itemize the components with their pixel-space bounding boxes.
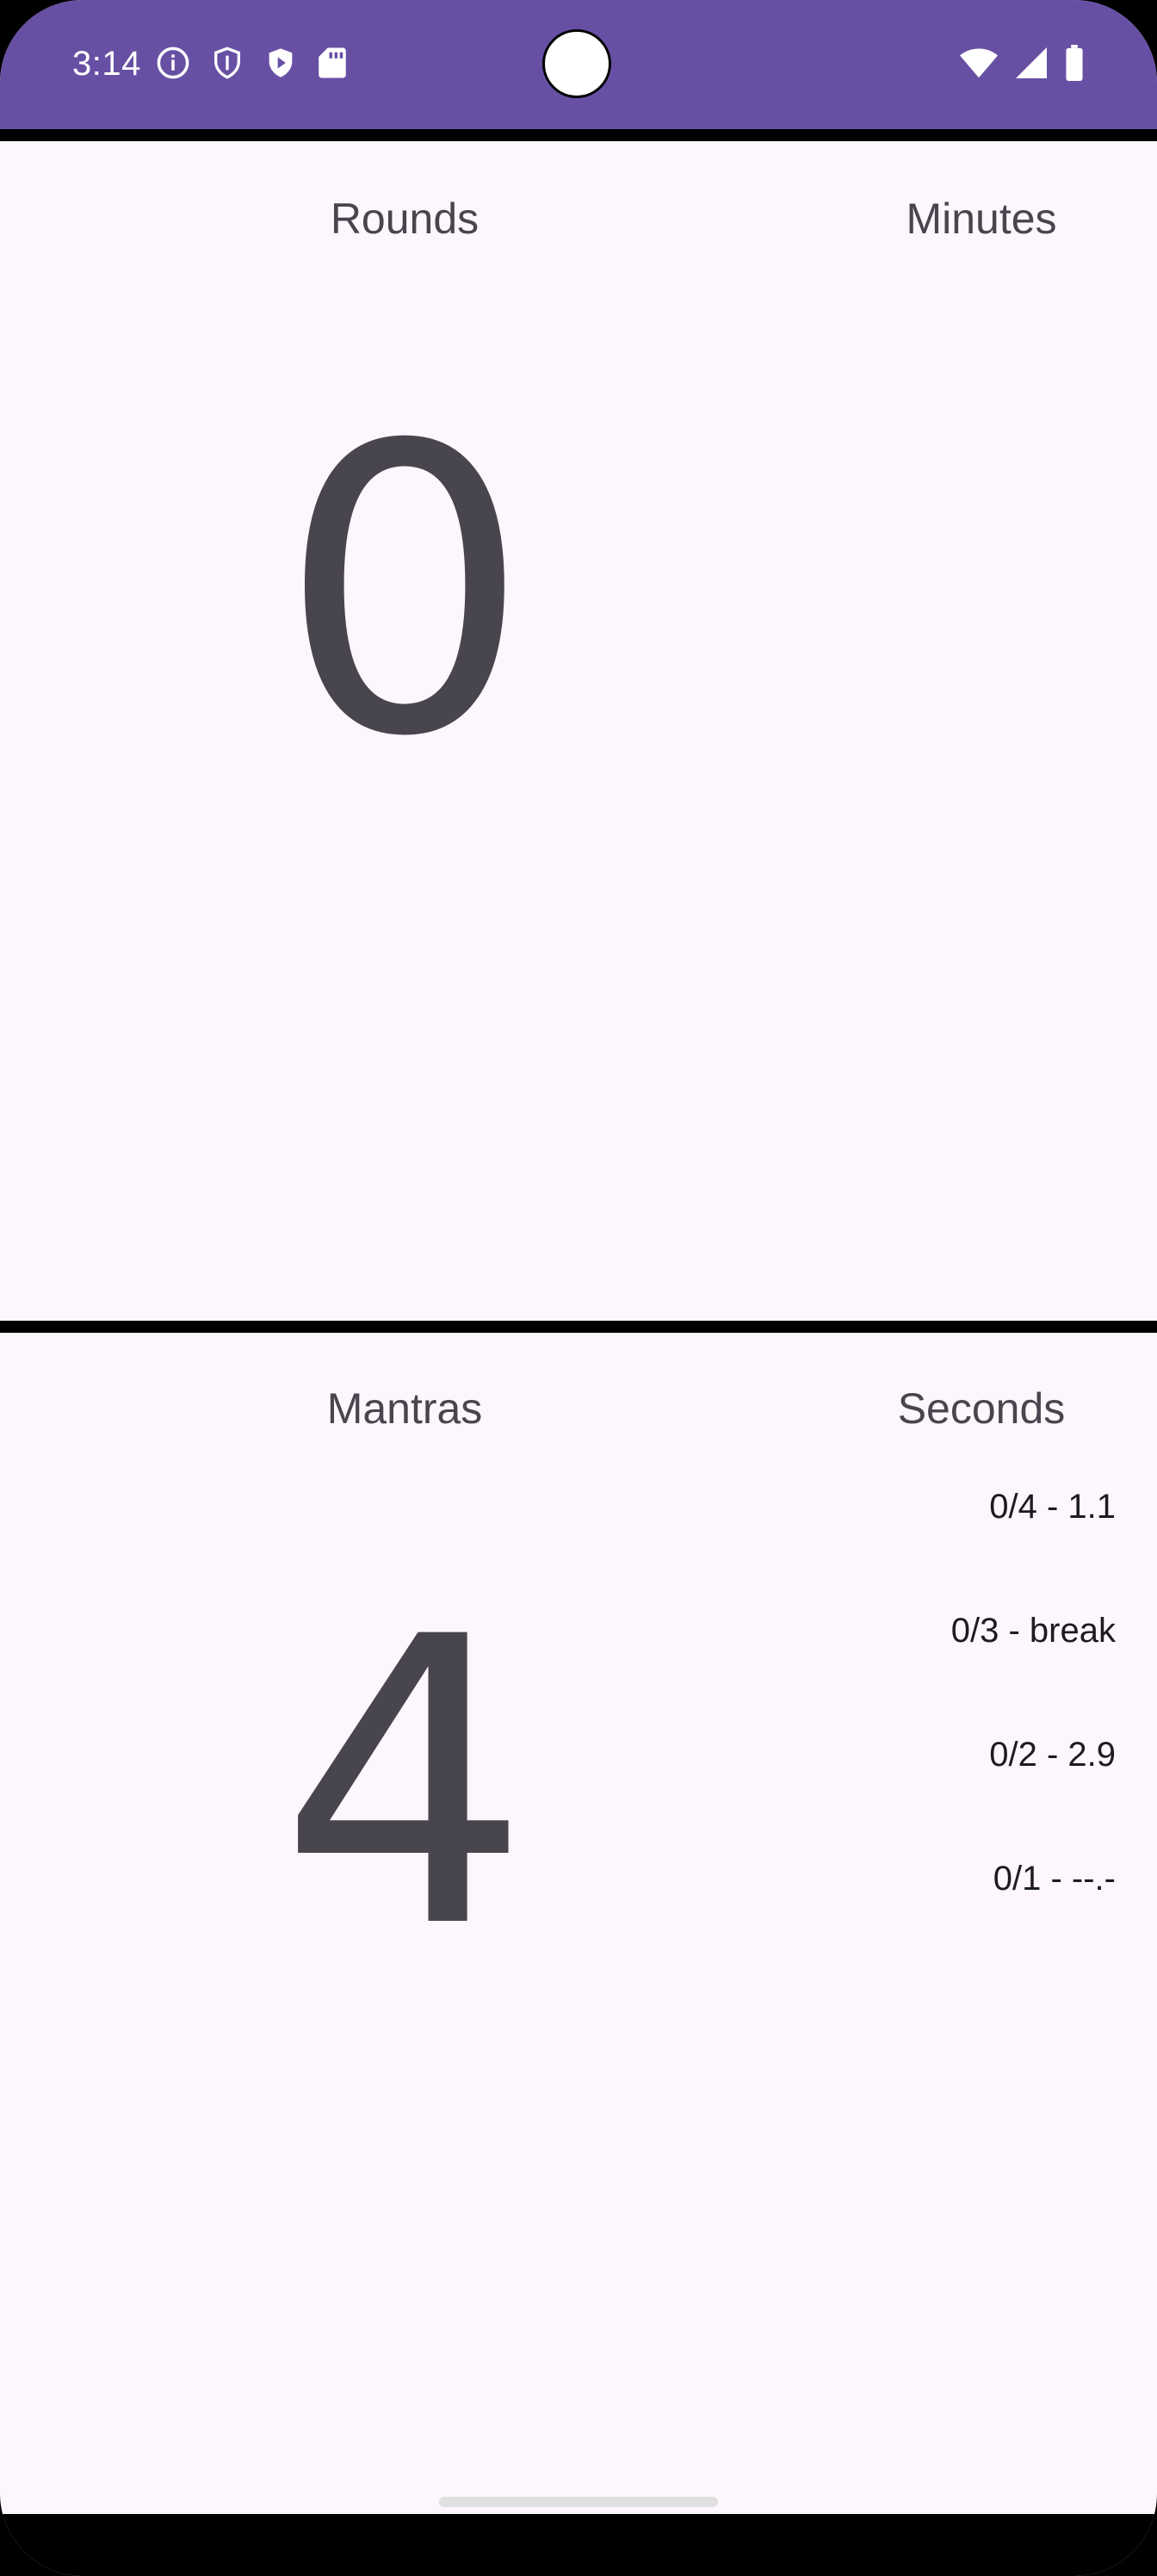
navigation-bar	[0, 2514, 1157, 2576]
rounds-label: Rounds	[330, 195, 480, 243]
app-screen: 3:14 Rounds Minutes 0 Mantras Seconds 4 …	[0, 0, 1157, 2576]
status-bar: 3:14	[0, 0, 1157, 129]
mantras-panel[interactable]: Mantras Seconds 4 0/4 - 1.1 0/3 - break …	[0, 1333, 1157, 2514]
lap-item: 0/4 - 1.1	[989, 1488, 1116, 1526]
camera-cutout	[542, 29, 611, 98]
seconds-label: Seconds	[897, 1384, 1066, 1433]
mantras-label: Mantras	[326, 1384, 483, 1433]
home-gesture-handle[interactable]	[439, 2497, 718, 2507]
wifi-icon	[959, 46, 999, 80]
status-icons-left	[155, 45, 348, 81]
lap-list: 0/4 - 1.1 0/3 - break 0/2 - 2.9 0/1 - --…	[951, 1488, 1116, 1898]
info-icon	[155, 45, 191, 81]
sd-card-icon	[317, 45, 348, 81]
play-shield-icon	[263, 45, 298, 81]
lap-item: 0/2 - 2.9	[989, 1736, 1116, 1774]
signal-icon	[1014, 46, 1049, 80]
middle-divider	[0, 1321, 1157, 1333]
status-time: 3:14	[72, 45, 141, 83]
shield-icon	[210, 45, 244, 81]
mantras-count: 4	[278, 1554, 531, 2015]
rounds-panel[interactable]: Rounds Minutes 0	[0, 141, 1157, 1321]
lap-item: 0/3 - break	[950, 1612, 1116, 1650]
lap-item: 0/1 - --.-	[993, 1860, 1116, 1898]
battery-icon	[1064, 45, 1085, 81]
status-icons-right	[959, 45, 1085, 81]
top-divider	[0, 129, 1157, 141]
rounds-count: 0	[278, 362, 531, 823]
minutes-label: Minutes	[906, 195, 1057, 243]
